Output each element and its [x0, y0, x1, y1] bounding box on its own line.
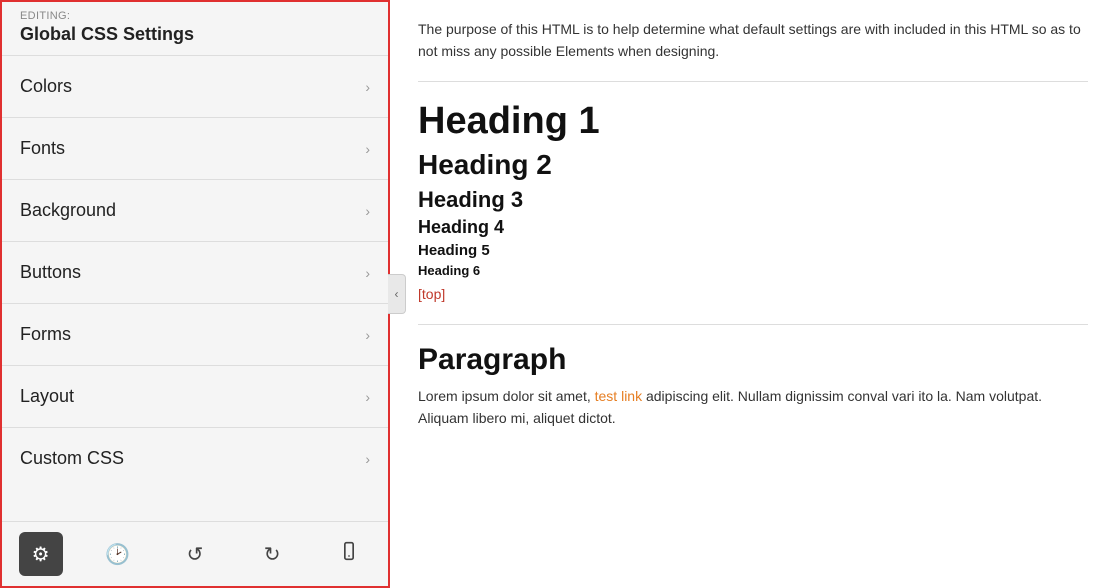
redo-icon: ↻	[264, 542, 281, 567]
heading-6: Heading 6	[418, 263, 1088, 278]
history-button[interactable]: 🕑	[96, 532, 140, 576]
undo-icon: ↺	[187, 542, 204, 567]
menu-item-layout[interactable]: Layout ›	[2, 365, 388, 427]
editing-label: EDITING:	[2, 2, 388, 22]
heading-3: Heading 3	[418, 187, 1088, 213]
undo-button[interactable]: ↺	[173, 532, 217, 576]
menu-item-label: Colors	[20, 76, 72, 97]
menu-item-custom css[interactable]: Custom CSS ›	[2, 427, 388, 489]
menu-item-background[interactable]: Background ›	[2, 179, 388, 241]
menu-item-label: Fonts	[20, 138, 65, 159]
menu-list: Colors › Fonts › Background › Buttons › …	[2, 55, 388, 521]
menu-item-colors[interactable]: Colors ›	[2, 55, 388, 117]
heading-2: Heading 2	[418, 149, 1088, 181]
test-link[interactable]: test link	[595, 388, 642, 404]
menu-item-label: Layout	[20, 386, 74, 407]
panel-title: Global CSS Settings	[2, 22, 388, 55]
redo-button[interactable]: ↻	[250, 532, 294, 576]
heading-1: Heading 1	[418, 100, 1088, 143]
top-link[interactable]: [top]	[418, 286, 445, 302]
chevron-right-icon: ›	[365, 327, 370, 343]
chevron-right-icon: ›	[365, 265, 370, 281]
mobile-icon	[339, 541, 359, 567]
menu-item-fonts[interactable]: Fonts ›	[2, 117, 388, 179]
left-panel: EDITING: Global CSS Settings Colors › Fo…	[0, 0, 390, 588]
intro-text: The purpose of this HTML is to help dete…	[418, 18, 1088, 82]
bottom-toolbar: ⚙ 🕑 ↺ ↻	[2, 521, 388, 586]
history-icon: 🕑	[105, 542, 130, 567]
menu-item-label: Custom CSS	[20, 448, 124, 469]
chevron-right-icon: ›	[365, 389, 370, 405]
heading-5: Heading 5	[418, 242, 1088, 259]
paragraph-title: Paragraph	[418, 343, 1088, 377]
paragraph-before: Lorem ipsum dolor sit amet,	[418, 388, 595, 404]
menu-item-forms[interactable]: Forms ›	[2, 303, 388, 365]
menu-item-label: Background	[20, 200, 116, 221]
paragraph-section: Paragraph Lorem ipsum dolor sit amet, te…	[418, 343, 1088, 430]
chevron-right-icon: ›	[365, 79, 370, 95]
settings-button[interactable]: ⚙	[19, 532, 63, 576]
collapse-button[interactable]: ‹	[388, 274, 406, 314]
chevron-right-icon: ›	[365, 203, 370, 219]
menu-item-label: Forms	[20, 324, 71, 345]
chevron-right-icon: ›	[365, 451, 370, 467]
chevron-right-icon: ›	[365, 141, 370, 157]
right-content: The purpose of this HTML is to help dete…	[390, 0, 1116, 588]
headings-section: Heading 1 Heading 2 Heading 3 Heading 4 …	[418, 100, 1088, 325]
menu-item-buttons[interactable]: Buttons ›	[2, 241, 388, 303]
collapse-icon: ‹	[395, 287, 399, 301]
settings-icon: ⚙	[32, 542, 50, 567]
menu-item-label: Buttons	[20, 262, 81, 283]
paragraph-text: Lorem ipsum dolor sit amet, test link ad…	[418, 385, 1088, 430]
heading-4: Heading 4	[418, 217, 1088, 238]
mobile-preview-button[interactable]	[327, 532, 371, 576]
